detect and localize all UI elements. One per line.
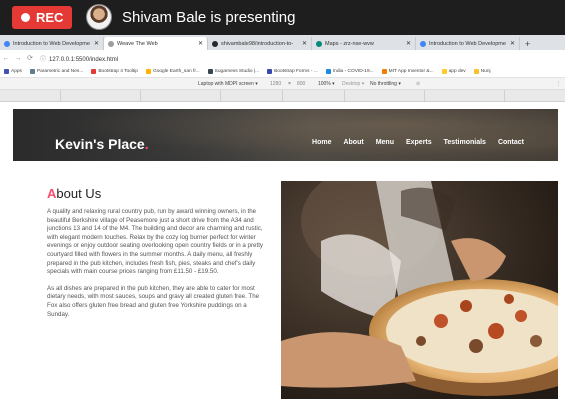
bookmark-item[interactable]: Nunj: [473, 69, 491, 74]
bookmark-favicon-icon: [325, 69, 331, 74]
device-toolbar: Laptop with MDPI screen ▾ 1280 × 800 100…: [0, 78, 565, 90]
bookmark-label: Parametric and Nes...: [36, 69, 84, 74]
bookmark-label: Sugarness Studio |...: [214, 69, 260, 74]
github-icon: [212, 40, 218, 47]
close-tab-icon[interactable]: ✕: [510, 40, 515, 47]
bookmark-label: Nunj: [480, 69, 491, 74]
browser-tab[interactable]: Introduction to Web Developme ✕: [416, 37, 520, 50]
pizza-photo: [281, 181, 558, 399]
bookmark-favicon-icon: [207, 69, 213, 74]
nav-menu[interactable]: Menu: [376, 139, 394, 146]
brand-dot: .: [144, 136, 149, 152]
close-tab-icon[interactable]: ✕: [198, 40, 203, 47]
device-type-select[interactable]: Desktop ▾: [342, 81, 364, 87]
browser-tab-strip: Introduction to Web Developme ✕ Weave Th…: [0, 35, 565, 50]
bookmark-item[interactable]: Bootstrap 4 Tooltip: [91, 69, 138, 74]
bookmark-favicon-icon: [91, 69, 97, 74]
browser-tab[interactable]: Maps - zrz-nse-wvw ✕: [312, 37, 416, 50]
presenter-avatar: [86, 4, 112, 30]
bookmark-label: MIT App Inventor &...: [388, 69, 434, 74]
media-query-ruler: [0, 90, 565, 102]
tab-favicon-icon: [316, 40, 322, 47]
tab-favicon-icon: [108, 40, 114, 47]
height-input[interactable]: 800: [297, 81, 305, 87]
tab-favicon-icon: [420, 40, 426, 47]
site-nav: Home About Menu Experts Testimonials Con…: [312, 139, 524, 146]
bookmark-item[interactable]: MIT App Inventor &...: [381, 69, 434, 74]
more-options-icon[interactable]: ⋮: [556, 81, 561, 87]
tab-title: Weave The Web: [117, 40, 158, 47]
browser-tab-active[interactable]: Weave The Web ✕: [104, 37, 208, 50]
bookmark-favicon-icon: [381, 69, 387, 74]
dimension-separator: ×: [288, 81, 291, 87]
folder-icon: [441, 69, 447, 74]
back-arrow-icon[interactable]: ←: [0, 55, 12, 62]
site-logo[interactable]: Kevin's Place.: [55, 136, 149, 152]
browser-tab[interactable]: shivambale98/introduction-to- ✕: [208, 37, 312, 50]
address-bar: ← → ⟳ ⓘ 127.0.0.1:5500/index.html: [0, 50, 565, 66]
close-tab-icon[interactable]: ✕: [302, 40, 307, 47]
bookmark-item[interactable]: Bootstrap Forms - ...: [267, 69, 318, 74]
url-field[interactable]: ⓘ 127.0.0.1:5500/index.html: [40, 54, 118, 63]
record-dot-icon: [21, 13, 30, 22]
rec-badge: REC: [12, 6, 72, 29]
bookmark-label: Google Earth_san fr...: [152, 69, 200, 74]
nav-testimonials[interactable]: Testimonials: [444, 139, 486, 146]
bookmark-item[interactable]: app dev: [441, 69, 466, 74]
info-icon: ⓘ: [40, 56, 47, 63]
about-paragraph: A quality and relaxing rural country pub…: [47, 208, 264, 276]
rec-label: REC: [36, 10, 64, 25]
about-heading-text: bout Us: [56, 186, 102, 201]
bookmark-favicon-icon: [267, 69, 273, 74]
tab-favicon-icon: [4, 40, 10, 47]
bookmark-item[interactable]: Sugarness Studio |...: [207, 69, 260, 74]
about-heading-accent: A: [47, 186, 57, 201]
nav-about[interactable]: About: [343, 139, 363, 146]
throttle-select[interactable]: No throttling ▾: [370, 81, 401, 87]
nav-contact[interactable]: Contact: [498, 139, 524, 146]
bookmark-label: Bootstrap Forms - ...: [274, 69, 318, 74]
nav-home[interactable]: Home: [312, 139, 331, 146]
bookmark-label: app dev: [448, 69, 466, 74]
bookmark-favicon-icon: [29, 69, 35, 74]
tab-title: shivambale98/introduction-to-: [221, 40, 294, 47]
nav-experts[interactable]: Experts: [406, 139, 432, 146]
width-input[interactable]: 1280: [270, 81, 281, 87]
bookmarks-bar: Apps Parametric and Nes... Bootstrap 4 T…: [0, 66, 565, 78]
pizza-photo-illustration: [281, 181, 558, 399]
about-body: A quality and relaxing rural country pub…: [47, 208, 269, 327]
presenter-status: Shivam Bale is presenting: [122, 9, 296, 26]
bookmark-item[interactable]: India - COVID-19...: [325, 69, 374, 74]
bookmark-item[interactable]: Apps: [4, 69, 22, 74]
bookmark-label: Apps: [11, 69, 22, 74]
reload-icon[interactable]: ⟳: [24, 54, 36, 62]
url-text: 127.0.0.1:5500/index.html: [49, 56, 119, 63]
folder-icon: [145, 69, 151, 74]
forward-arrow-icon[interactable]: →: [12, 55, 24, 62]
close-tab-icon[interactable]: ✕: [406, 40, 411, 47]
bookmark-label: India - COVID-19...: [332, 69, 374, 74]
tab-title: Introduction to Web Developme: [13, 40, 90, 47]
close-tab-icon[interactable]: ✕: [94, 40, 99, 47]
zoom-select[interactable]: 100% ▾: [318, 81, 335, 87]
bookmark-item[interactable]: Google Earth_san fr...: [145, 69, 200, 74]
webpage-viewport: Kevin's Place. Home About Menu Experts T…: [13, 102, 558, 399]
rotate-icon[interactable]: ⊘: [416, 81, 420, 87]
device-select[interactable]: Laptop with MDPI screen ▾: [198, 81, 258, 87]
browser-tab[interactable]: Introduction to Web Developme ✕: [0, 37, 104, 50]
bookmark-item[interactable]: Parametric and Nes...: [29, 69, 84, 74]
folder-icon: [473, 69, 479, 74]
about-paragraph: As all dishes are prepared in the pub ki…: [47, 284, 260, 318]
site-header: Kevin's Place. Home About Menu Experts T…: [13, 109, 558, 161]
tab-title: Maps - zrz-nse-wvw: [325, 40, 374, 47]
about-heading: About Us: [47, 186, 101, 201]
brand-text: Kevin's Place: [55, 136, 145, 152]
tab-title: Introduction to Web Developme: [429, 40, 506, 47]
bookmark-label: Bootstrap 4 Tooltip: [98, 69, 138, 74]
new-tab-button[interactable]: +: [520, 37, 535, 50]
meeting-bar: REC Shivam Bale is presenting: [0, 0, 565, 35]
apps-grid-icon: [4, 69, 9, 74]
